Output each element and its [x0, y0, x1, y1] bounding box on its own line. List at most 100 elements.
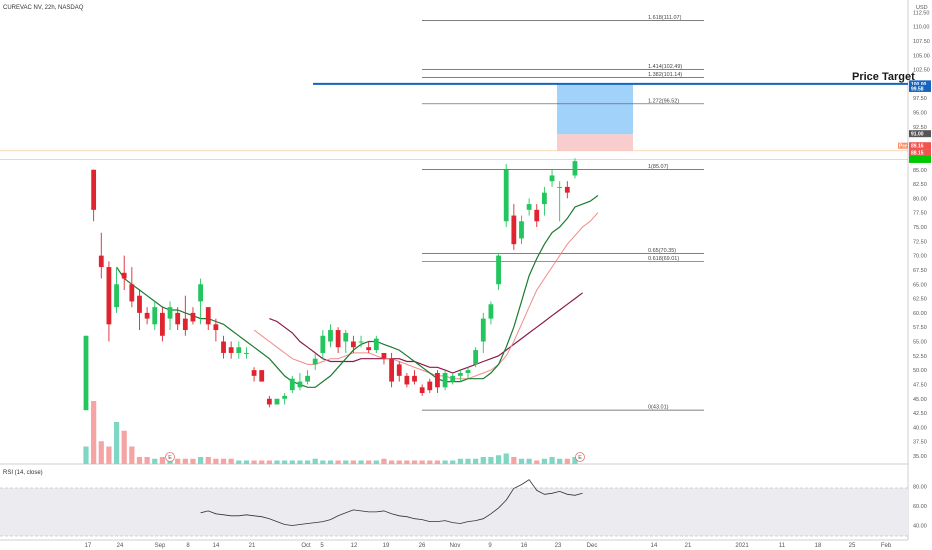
candle-body [419, 387, 425, 394]
volume-bar [259, 460, 265, 464]
y-tick-label: 60.00 [913, 311, 927, 317]
volume-bar [243, 460, 250, 464]
volume-bar [266, 460, 272, 464]
x-tick-label: 11 [779, 543, 786, 549]
volume-bar [274, 460, 280, 464]
x-tick-label: 9 [488, 543, 492, 549]
rsi-band [0, 488, 908, 536]
y-tick-label: 52.50 [913, 354, 927, 360]
x-tick-label: Feb [881, 543, 892, 549]
x-tick-label: Nov [450, 543, 461, 549]
fib-level-label: 1(85.07) [648, 164, 669, 170]
candle-body [266, 398, 272, 405]
x-tick-label: 25 [849, 543, 856, 549]
volume-bar [152, 458, 158, 464]
volume-bar [503, 453, 509, 464]
volume-bar [198, 457, 204, 464]
x-tick-label: 23 [555, 543, 562, 549]
x-tick-label: 12 [351, 543, 358, 549]
volume-bar [220, 458, 227, 464]
volume-bar [327, 460, 334, 464]
candle-body [564, 186, 570, 193]
time-axis[interactable]: 17 24 Sep 8 14 21 Oct 5 12 19 26 Nov 9 16 23 Dec 14 21 202… [85, 543, 892, 549]
candle-body [160, 312, 165, 336]
price-tag-label: 91.00 [911, 132, 924, 138]
price-panel[interactable]: 112.50 110.00 107.50 105.00 102.50 97.50 95.00… [0, 0, 931, 541]
candle-body [442, 372, 448, 388]
x-tick-label: 14 [651, 543, 658, 549]
y-tick-label: 50.00 [913, 368, 927, 374]
volume-bar [213, 458, 219, 464]
x-tick-label: 21 [685, 543, 692, 549]
candle-body [91, 169, 97, 210]
candle-body [480, 318, 486, 342]
y-tick-label: 47.50 [913, 382, 927, 388]
candle-body [175, 312, 181, 325]
y-tick-label: 107.50 [913, 39, 930, 45]
fib-level-label: 0(43.01) [648, 405, 669, 411]
volume-bar [106, 446, 112, 464]
candle-body [305, 375, 310, 382]
y-tick-label: 80.00 [913, 196, 927, 202]
candle-body [320, 335, 326, 353]
x-tick-label: 26 [419, 543, 426, 549]
volume-bar [419, 460, 425, 464]
candle-body [129, 284, 135, 302]
chart-canvas: CUREVAC NV, 22h, NASDAQ USD 112.50110.00… [0, 0, 931, 549]
candle-body [190, 312, 196, 322]
stop-zone [557, 134, 633, 151]
volume-bar [457, 458, 463, 464]
volume-bar [129, 446, 135, 464]
candle-body [236, 347, 242, 353]
volume-bar [343, 460, 349, 464]
candle-body [373, 338, 379, 351]
volume-bar [358, 460, 364, 464]
y-tick-label: 105.00 [913, 53, 930, 59]
x-tick-label: 8 [186, 543, 190, 549]
candle-body [167, 307, 173, 319]
volume-bar [465, 458, 471, 464]
candle-body [137, 295, 142, 313]
candle-body [396, 364, 402, 376]
y-tick-label: 35.00 [913, 454, 927, 460]
y-tick-label: 72.50 [913, 239, 927, 245]
y-tick-label: 110.00 [913, 25, 929, 31]
candle-body [557, 186, 563, 188]
candle-body [106, 267, 112, 325]
y-tick-label: 82.50 [913, 182, 927, 188]
candle-body [496, 255, 501, 285]
candle-body [205, 307, 211, 325]
y-tick-label: 92.50 [913, 125, 927, 131]
candle-body [519, 221, 524, 239]
volume-bar [366, 460, 372, 464]
fib-level-label: 1.414(102.49) [648, 64, 682, 70]
volume-bar [136, 457, 143, 464]
volume-bar [236, 460, 242, 464]
volume-bar [427, 460, 433, 464]
x-tick-label: 19 [383, 543, 390, 549]
candle-body [534, 209, 540, 222]
y-tick-label: 97.50 [913, 96, 927, 102]
candle-body [282, 395, 288, 399]
volume-bar [304, 460, 311, 464]
ma-fast-line [116, 195, 599, 388]
candle-body [152, 307, 158, 325]
candle-body [503, 169, 509, 222]
y-tick-label: 45.00 [913, 397, 927, 403]
candle-body [221, 341, 226, 353]
y-tick-label: 55.00 [913, 340, 927, 346]
x-tick-label: Oct [301, 543, 311, 549]
x-tick-label: 17 [85, 543, 92, 549]
volume-bar [205, 457, 211, 464]
candle-body [297, 381, 303, 388]
volume-bar [335, 460, 341, 464]
volume-bar [381, 458, 387, 464]
rsi-panel[interactable]: RSI (14, close) 80.00 60.00 40.00 [0, 470, 927, 537]
volume-bar [282, 460, 288, 464]
candle-body [488, 304, 494, 319]
volume-bar [297, 460, 303, 464]
price-tag-label: 99.58 [911, 86, 924, 92]
x-tick-label: Sep [155, 543, 166, 549]
volume-bar [495, 455, 502, 464]
volume-bar [350, 460, 356, 464]
